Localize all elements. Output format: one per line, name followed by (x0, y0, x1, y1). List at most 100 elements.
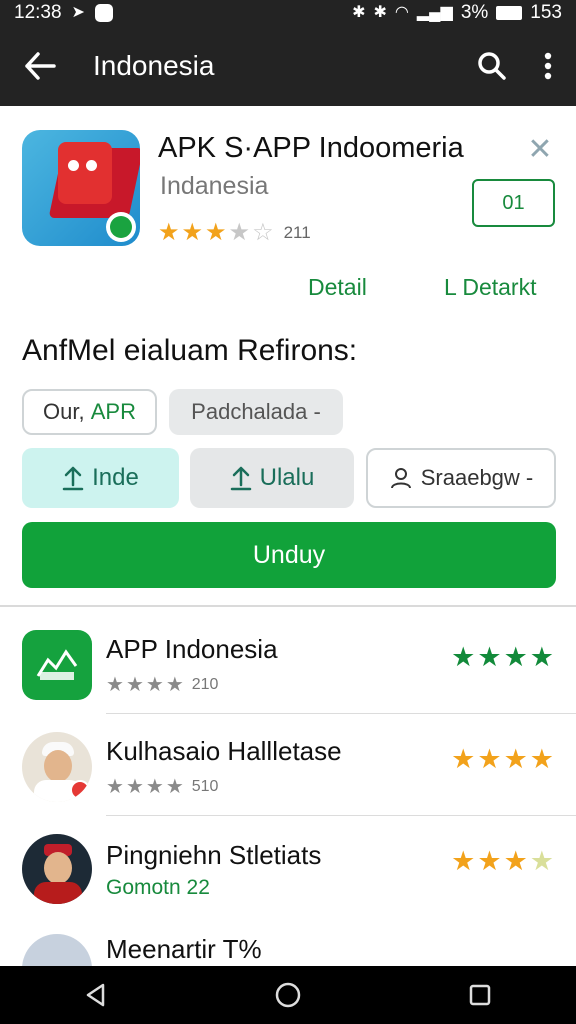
avatar-face (44, 852, 72, 884)
nav-recents-button[interactable] (440, 966, 520, 1024)
section-divider (0, 605, 576, 607)
list-item-name: APP Indonesia (106, 634, 278, 664)
star-icon: ★ (477, 744, 502, 774)
avatar-body (34, 882, 82, 904)
star-icon: ★ (451, 642, 476, 672)
back-button[interactable] (0, 26, 80, 106)
download-button[interactable]: Unduy (22, 522, 556, 588)
star-icon: ☆ (252, 219, 274, 246)
star-half-icon: ★ (205, 219, 227, 246)
list-item-stars: ★ ★ ★ ★ (451, 846, 554, 877)
update-button[interactable]: Ulalu (190, 448, 354, 508)
verified-badge-icon (106, 212, 136, 242)
rating-count: 510 (191, 777, 219, 795)
more-vertical-icon (544, 52, 552, 80)
star-icon: ★ (125, 674, 144, 696)
star-icon: ★ (451, 846, 476, 876)
notification-icon (94, 4, 113, 22)
badge-icon (70, 780, 90, 800)
star-icon: ★ (477, 642, 502, 672)
overflow-menu-button[interactable] (520, 26, 576, 106)
star-icon: ★ (165, 776, 184, 798)
battery-icon (496, 6, 523, 20)
star-icon: ★ (181, 219, 204, 246)
list-item[interactable]: Kulhasaio Hallletase ★ ★ ★ ★ 510 ★ ★ ★ ★ (0, 714, 576, 816)
star-faded-icon: ★ (529, 846, 554, 876)
star-icon: ★ (529, 642, 554, 672)
app-icon (22, 130, 140, 246)
bluetooth-icon: ✱ (352, 4, 366, 21)
star-icon: ★ (503, 642, 528, 672)
filter-chip-outline[interactable]: Our, APR (22, 389, 157, 435)
app-rating: ★ ★ ★ ★ ☆ 211 (158, 218, 311, 247)
version-box[interactable]: 01 (472, 179, 555, 227)
nav-home-button[interactable] (248, 966, 328, 1024)
list-item-name: Kulhasaio Hallletase (106, 736, 342, 766)
triangle-back-icon (86, 983, 105, 1007)
chip-prefix: Our, (43, 399, 85, 424)
wifi-icon: ◠ (394, 4, 409, 21)
app-logo-icon (34, 646, 80, 682)
list-item-stars: ★ ★ ★ ★ (451, 744, 554, 775)
app-thumbnail (22, 630, 92, 700)
signal-icon: ▂▄▆ (416, 4, 453, 21)
list-item-rating: ★ ★ ★ ★ 510 (106, 774, 218, 799)
user-dropdown-button[interactable]: Sraaebgw - (366, 448, 556, 508)
list-item-subtitle: Gomotn 22 (106, 876, 210, 899)
star-icon: ★ (158, 219, 180, 246)
list-item-name: Pingniehn Stletiats (106, 840, 322, 870)
detail-link[interactable]: Detail (308, 274, 367, 301)
status-time: 12:38 (14, 2, 62, 23)
search-button[interactable] (464, 26, 520, 106)
star-icon: ★ (145, 776, 164, 798)
star-icon: ★ (145, 674, 164, 696)
navigation-icon: ➤ (71, 4, 85, 21)
list-item-stars: ★ ★ ★ ★ (451, 642, 554, 673)
star-icon: ★ (529, 744, 554, 774)
star-icon: ★ (503, 744, 528, 774)
upload-icon (230, 466, 251, 491)
star-icon: ★ (503, 846, 528, 876)
user-label: Sraaebgw - (420, 465, 534, 490)
bluetooth-icon-2: ✱ (373, 4, 387, 21)
rating-count: 210 (191, 675, 219, 693)
arrow-left-icon (25, 52, 56, 80)
star-icon: ★ (451, 744, 476, 774)
install-button[interactable]: Inde (22, 448, 179, 508)
update-label: Ulalu (259, 464, 315, 491)
app-title: APK S·APP Indoomeria (158, 132, 464, 164)
list-item[interactable]: APP Indonesia ★ ★ ★ ★ 210 ★ ★ ★ ★ (0, 612, 576, 714)
square-recents-icon (469, 984, 491, 1006)
mascot-shape (58, 142, 112, 204)
dropdown-chip[interactable]: Padchalada - (169, 389, 343, 435)
status-bar: 12:38 ➤ ✱ ✱ ◠ ▂▄▆ 3% 153 (0, 0, 576, 26)
star-icon: ★ (106, 776, 124, 798)
close-icon[interactable]: ✕ (526, 135, 554, 165)
status-time-right: 153 (530, 2, 562, 23)
app-thumbnail (22, 732, 92, 802)
app-thumbnail (22, 834, 92, 904)
system-nav-bar (0, 966, 576, 1024)
star-icon: ★ (165, 674, 184, 696)
toolbar-title: Indonesia (93, 50, 215, 81)
star-icon: ★ (125, 776, 144, 798)
upload-icon (62, 466, 84, 491)
chip-accent: APR (90, 399, 136, 424)
search-icon (478, 52, 506, 80)
mascot-eye (86, 160, 97, 171)
battery-percent: 3% (460, 2, 489, 23)
list-item-rating: ★ ★ ★ ★ 210 (106, 672, 218, 697)
star-icon: ★ (477, 846, 502, 876)
install-label: Inde (92, 464, 139, 491)
star-icon: ★ (106, 674, 124, 696)
detail-link-2[interactable]: L Detarkt (444, 274, 536, 301)
circle-home-icon (275, 982, 301, 1008)
list-item[interactable]: Pingniehn Stletiats Gomotn 22 ★ ★ ★ ★ (0, 816, 576, 918)
user-icon (390, 468, 411, 489)
section-heading: AnfMel eialuam Refirons: (22, 334, 358, 367)
list-item-name: Meenartir T% (106, 934, 262, 964)
nav-back-button[interactable] (56, 966, 136, 1024)
rating-count: 211 (283, 222, 311, 242)
avatar-face (44, 750, 72, 782)
star-icon: ★ (228, 219, 251, 246)
